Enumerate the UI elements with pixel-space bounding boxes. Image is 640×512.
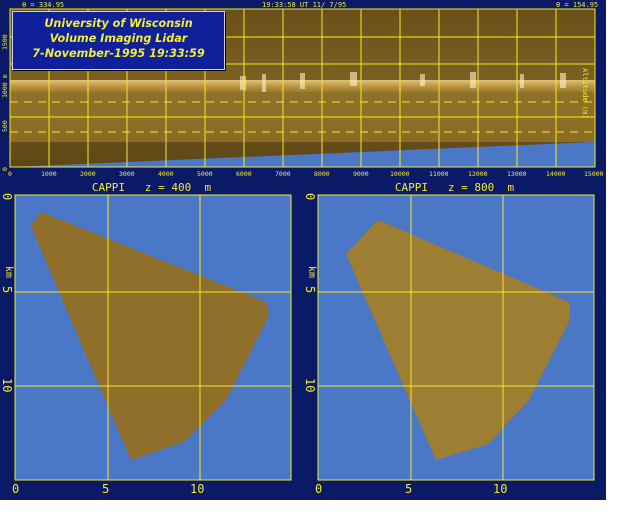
cappi-800-panel: CAPPI z = 800 m 0 5 10 0 5 10 km — [303, 181, 606, 500]
rhi-x-tick: 11000 — [429, 170, 449, 178]
rhi-x-tick: 7000 — [275, 170, 291, 178]
cappi-x-tick: 5 — [405, 482, 413, 496]
cappi-400-image — [14, 194, 292, 481]
rhi-y-tick: 500 — [1, 120, 9, 132]
rhi-x-tick: 13000 — [507, 170, 527, 178]
cappi-400-panel: CAPPI z = 400 m 0 5 10 0 5 10 km — [0, 181, 303, 500]
cappi-y-tick: 5 — [303, 286, 317, 294]
right-angle-readout: θ = 154.95 — [556, 1, 599, 9]
cappi-x-tick: 10 — [493, 482, 508, 496]
title-date: 7-November-1995 19:33:59 — [32, 47, 205, 60]
rhi-x-tick: 10000 — [390, 170, 410, 178]
rhi-x-tick: 1000 — [41, 170, 57, 178]
cappi-y-tick: 0 — [303, 193, 317, 201]
cappi-y-tick: 10 — [303, 378, 317, 393]
cappi-y-tick: 5 — [0, 286, 14, 294]
cappi-800-image — [317, 194, 595, 481]
rhi-x-tick: 9000 — [353, 170, 369, 178]
cappi-x-tick: 5 — [102, 482, 110, 496]
rhi-x-tick: 12000 — [468, 170, 488, 178]
timestamp-readout: 19:33:58 UT 11/ 7/95 — [262, 1, 347, 9]
rhi-x-tick: 2000 — [80, 170, 96, 178]
rhi-x-tick: 0 — [8, 170, 12, 178]
cappi-y-unit: km — [3, 266, 14, 279]
altitude-axis-label: Altitude (m) — [581, 68, 589, 119]
title-instrument: Volume Imaging Lidar — [49, 32, 188, 45]
cappi-y-tick: 0 — [0, 193, 14, 201]
cappi-y-tick: 10 — [0, 378, 14, 393]
rhi-y-tick: 1500 — [1, 34, 9, 50]
rhi-x-tick: 14000 — [546, 170, 566, 178]
title-institution: University of Wisconsin — [44, 17, 193, 30]
cappi-x-tick: 0 — [315, 482, 323, 496]
rhi-panel: θ = 334.95 19:33:58 UT 11/ 7/95 θ = 154.… — [0, 0, 606, 182]
cappi-x-tick: 0 — [12, 482, 20, 496]
cappi-800-title: CAPPI z = 800 m — [394, 181, 515, 194]
rhi-x-tick: 5000 — [197, 170, 213, 178]
rhi-x-tick: 3000 — [119, 170, 135, 178]
title-box: University of Wisconsin Volume Imaging L… — [12, 11, 225, 70]
rhi-x-tick: 15000 — [584, 170, 604, 178]
rhi-x-tick: 4000 — [158, 170, 174, 178]
cappi-x-tick: 10 — [190, 482, 205, 496]
left-angle-readout: θ = 334.95 — [22, 1, 65, 9]
rhi-x-tick: 8000 — [314, 170, 330, 178]
cappi-400-title: CAPPI z = 400 m — [91, 181, 212, 194]
rhi-y-tick: 1000 m — [1, 74, 9, 98]
rhi-y-tick: 0 — [1, 167, 9, 171]
rhi-x-tick: 6000 — [236, 170, 252, 178]
cappi-y-unit: km — [306, 266, 317, 279]
